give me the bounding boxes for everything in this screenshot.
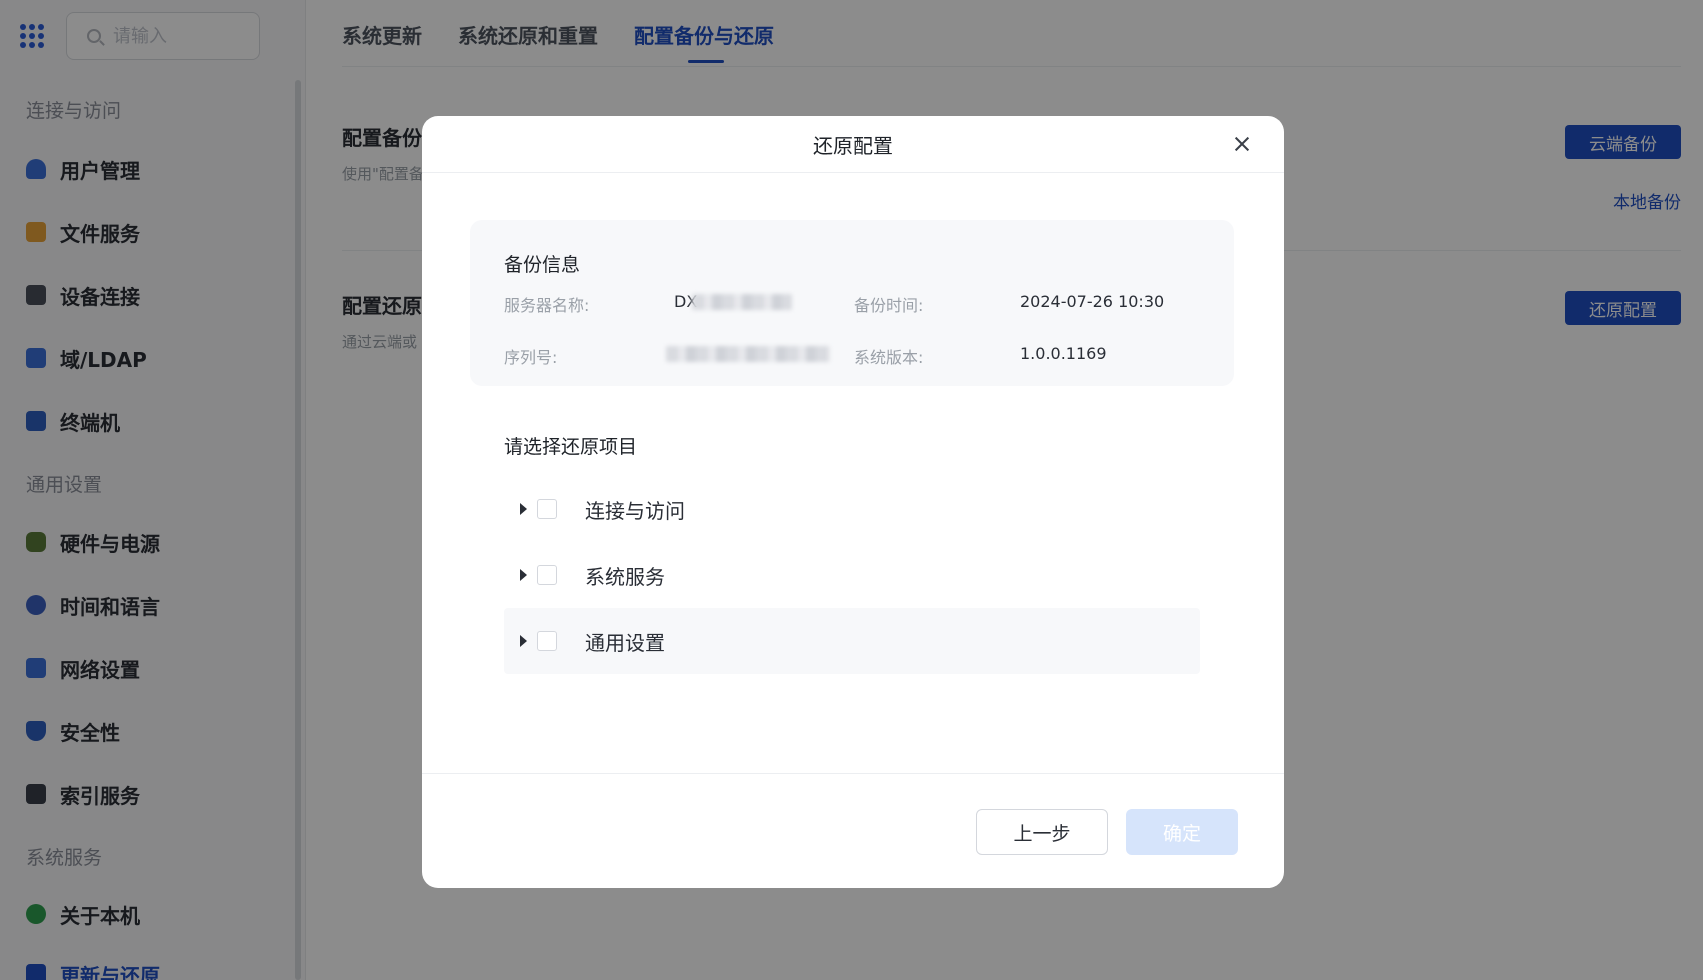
restore-config-dialog: 还原配置 备份信息 服务器名称: DX 备份时间: 2024-07-26 10:… [422, 116, 1284, 888]
expand-caret-icon[interactable] [520, 635, 527, 647]
restore-item-checkbox[interactable] [537, 565, 557, 585]
restore-item-label: 通用设置 [585, 630, 665, 655]
system-version-value: 1.0.0.1169 [1020, 344, 1107, 363]
previous-step-button[interactable]: 上一步 [976, 809, 1108, 855]
serial-number-label: 序列号: [504, 348, 558, 367]
restore-item-row[interactable]: 系统服务 [504, 542, 1200, 608]
choose-restore-items-title: 请选择还原项目 [504, 436, 638, 458]
backup-time-label: 备份时间: [854, 296, 924, 315]
backup-time-value: 2024-07-26 10:30 [1020, 292, 1165, 311]
redacted-server-name [692, 294, 792, 310]
backup-info-panel: 备份信息 服务器名称: DX 备份时间: 2024-07-26 10:30 序列… [470, 220, 1234, 386]
restore-item-label: 连接与访问 [585, 498, 685, 523]
backup-info-title: 备份信息 [504, 254, 581, 276]
dialog-footer: 上一步 确定 [422, 773, 1284, 888]
server-name-label: 服务器名称: [504, 296, 590, 315]
close-icon[interactable] [1228, 130, 1256, 158]
restore-item-label: 系统服务 [585, 564, 665, 589]
dialog-title: 还原配置 [813, 133, 893, 158]
confirm-button[interactable]: 确定 [1126, 809, 1238, 855]
expand-caret-icon[interactable] [520, 569, 527, 581]
restore-item-row[interactable]: 通用设置 [504, 608, 1200, 674]
restore-item-checkbox[interactable] [537, 499, 557, 519]
restore-item-row[interactable]: 连接与访问 [504, 476, 1200, 542]
dialog-header: 还原配置 [422, 116, 1284, 173]
expand-caret-icon[interactable] [520, 503, 527, 515]
redacted-serial-number [666, 346, 830, 362]
restore-item-checkbox[interactable] [537, 631, 557, 651]
system-version-label: 系统版本: [854, 348, 924, 367]
